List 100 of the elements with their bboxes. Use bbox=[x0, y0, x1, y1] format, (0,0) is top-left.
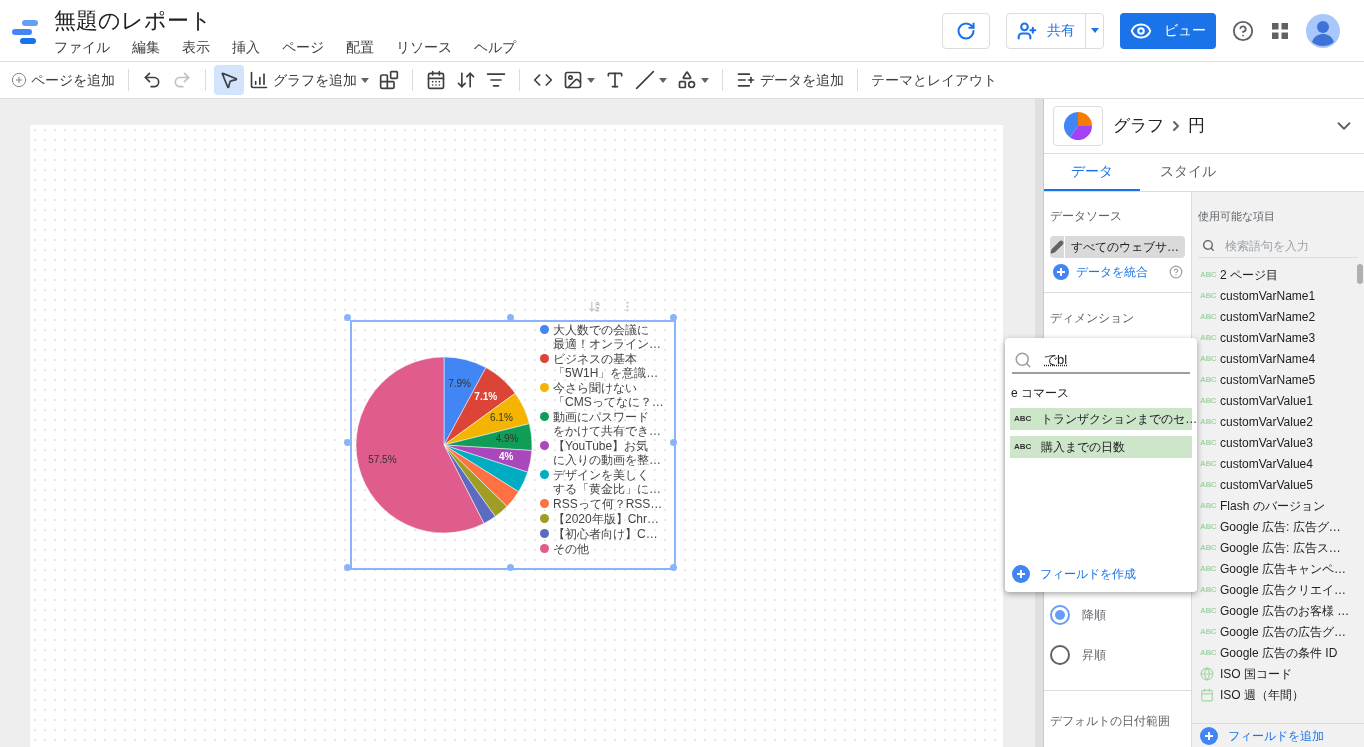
legend-label: ビジネスの基本 bbox=[553, 352, 638, 366]
add-field-button[interactable]: フィールドを追加 bbox=[1192, 723, 1364, 747]
legend-label: 動画にパスワード bbox=[553, 410, 650, 424]
resize-handle[interactable] bbox=[670, 314, 677, 321]
type-label: ABC bbox=[1200, 541, 1214, 554]
field-item[interactable]: ISO 週（年間） bbox=[1192, 684, 1364, 705]
menu-item[interactable]: 表示 bbox=[182, 36, 210, 57]
chart-type-thumbnail[interactable] bbox=[1053, 106, 1103, 146]
radio-label: 昇順 bbox=[1082, 647, 1106, 664]
group-heading: e コマース bbox=[1010, 385, 1070, 402]
avatar-icon[interactable] bbox=[1306, 13, 1340, 48]
legend-label: 【初心者向け】C… bbox=[553, 527, 658, 541]
legend-label: 今さら聞けない bbox=[553, 381, 638, 395]
field-item[interactable]: ABC Google 広告の広告グ… bbox=[1192, 621, 1364, 642]
section-heading: デフォルトの日付範囲 bbox=[1050, 714, 1170, 728]
field-item[interactable]: ABC customVarName2 bbox=[1192, 306, 1364, 327]
panel-tab[interactable]: スタイル bbox=[1140, 154, 1236, 191]
field-option[interactable]: ABC 購入までの日数 bbox=[1010, 436, 1192, 458]
type-label: ABC bbox=[1200, 352, 1214, 365]
pie-slice[interactable] bbox=[443, 444, 496, 524]
data-source-chip[interactable]: すべてのウェブサ… bbox=[1050, 236, 1185, 258]
slice-label: 57.5% bbox=[368, 453, 397, 465]
pie-slice[interactable] bbox=[443, 367, 516, 446]
share-button[interactable]: 共有 bbox=[1007, 13, 1085, 48]
resize-handle[interactable] bbox=[344, 439, 351, 446]
radio-button[interactable] bbox=[1050, 645, 1070, 665]
resize-handle[interactable] bbox=[670, 564, 677, 571]
type-label: ABC bbox=[1014, 441, 1032, 453]
type-label: ABC bbox=[1200, 394, 1214, 407]
type-label: ABC bbox=[1200, 562, 1214, 575]
apps-icon[interactable] bbox=[1272, 22, 1288, 39]
calendar-icon bbox=[1200, 687, 1214, 702]
menu-item[interactable]: ページ bbox=[282, 36, 324, 57]
plus-circle-icon bbox=[11, 72, 27, 88]
search-input[interactable]: 検索語句を入力 bbox=[1225, 236, 1325, 255]
pie-slice[interactable] bbox=[443, 444, 528, 492]
menu-item[interactable]: ファイル bbox=[54, 36, 110, 57]
toolbar-button[interactable]: データを追加 bbox=[731, 65, 849, 95]
shapes-icon bbox=[677, 70, 697, 90]
section-heading: ディメンション bbox=[1050, 310, 1135, 326]
help-icon[interactable] bbox=[1169, 265, 1183, 279]
scrollbar-thumb[interactable] bbox=[1357, 264, 1363, 284]
toolbar-button[interactable]: ページを追加 bbox=[6, 65, 120, 95]
legend-label: をかけて共有でき… bbox=[553, 424, 661, 438]
menu-item[interactable]: 編集 bbox=[132, 36, 160, 57]
chart-category: グラフ bbox=[1113, 115, 1164, 138]
refresh-button[interactable] bbox=[942, 12, 990, 49]
slice-label: 7.9% bbox=[448, 377, 471, 389]
resize-handle[interactable] bbox=[507, 564, 514, 571]
view-button[interactable]: ビュー bbox=[1120, 12, 1216, 49]
refresh-icon bbox=[956, 20, 976, 41]
toolbar-button[interactable]: テーマとレイアウト bbox=[866, 65, 1002, 95]
legend-label: する「黄金比」に… bbox=[553, 482, 661, 496]
search-input[interactable]: でbl bbox=[1044, 350, 1164, 370]
type-label: ABC bbox=[1200, 289, 1214, 302]
type-label: ABC bbox=[1200, 499, 1214, 512]
field-item[interactable]: ABC Google 広告の条件 ID bbox=[1192, 642, 1364, 663]
type-label: ABC bbox=[1200, 520, 1214, 533]
pie-slice[interactable] bbox=[443, 393, 530, 446]
redo-icon bbox=[172, 70, 192, 90]
menu-item[interactable]: 配置 bbox=[346, 36, 374, 57]
type-label: ABC bbox=[1200, 478, 1214, 491]
resize-handle[interactable] bbox=[344, 314, 351, 321]
search-icon bbox=[1202, 239, 1215, 252]
radio-button[interactable] bbox=[1050, 605, 1070, 625]
image-icon bbox=[563, 70, 583, 90]
calendar-icon bbox=[426, 70, 446, 90]
type-label: ABC bbox=[1200, 583, 1214, 596]
undo-icon bbox=[142, 70, 162, 90]
menu-item[interactable]: 挿入 bbox=[232, 36, 260, 57]
search-icon bbox=[1014, 351, 1032, 369]
type-label: ABC bbox=[1200, 268, 1214, 281]
legend-label: 「5W1H」を意識… bbox=[553, 366, 659, 380]
chart-type: 円 bbox=[1188, 115, 1205, 138]
resize-handle[interactable] bbox=[670, 439, 677, 446]
type-label: ABC bbox=[1200, 646, 1214, 659]
slice-label: 6.1% bbox=[490, 412, 513, 424]
menu-item[interactable]: リソース bbox=[396, 36, 452, 57]
resize-handle[interactable] bbox=[344, 564, 351, 571]
create-field-button[interactable]: フィールドを作成 bbox=[1010, 565, 1192, 583]
field-item[interactable]: ABC customVarName1 bbox=[1192, 285, 1364, 306]
radio-label: 降順 bbox=[1082, 607, 1106, 624]
panel-tab[interactable]: データ bbox=[1044, 154, 1140, 191]
menu-item[interactable]: ヘルプ bbox=[474, 36, 516, 57]
resize-handle[interactable] bbox=[507, 314, 514, 321]
chart-selection-frame[interactable] bbox=[350, 320, 676, 570]
toolbar-button[interactable]: グラフを追加 bbox=[244, 65, 374, 95]
pie-slice[interactable] bbox=[443, 444, 519, 507]
help-icon[interactable] bbox=[1232, 19, 1254, 42]
globe-icon bbox=[1200, 666, 1214, 681]
field-item[interactable]: ABC Google 広告のお客様 … bbox=[1192, 600, 1364, 621]
blend-data-link[interactable]: データを統合 bbox=[1050, 263, 1148, 281]
text-icon bbox=[605, 70, 625, 90]
field-item[interactable]: ABC 2 ページ目 bbox=[1192, 264, 1364, 285]
field-item[interactable]: ISO 国コード bbox=[1192, 663, 1364, 684]
legend-label: RSSって何？RSS… bbox=[553, 497, 663, 511]
report-title[interactable]: 無題のレポート bbox=[54, 6, 516, 35]
toolbar-icon-button[interactable] bbox=[214, 65, 244, 95]
list-plus-icon bbox=[736, 70, 756, 90]
add-circle-icon bbox=[1053, 264, 1069, 280]
